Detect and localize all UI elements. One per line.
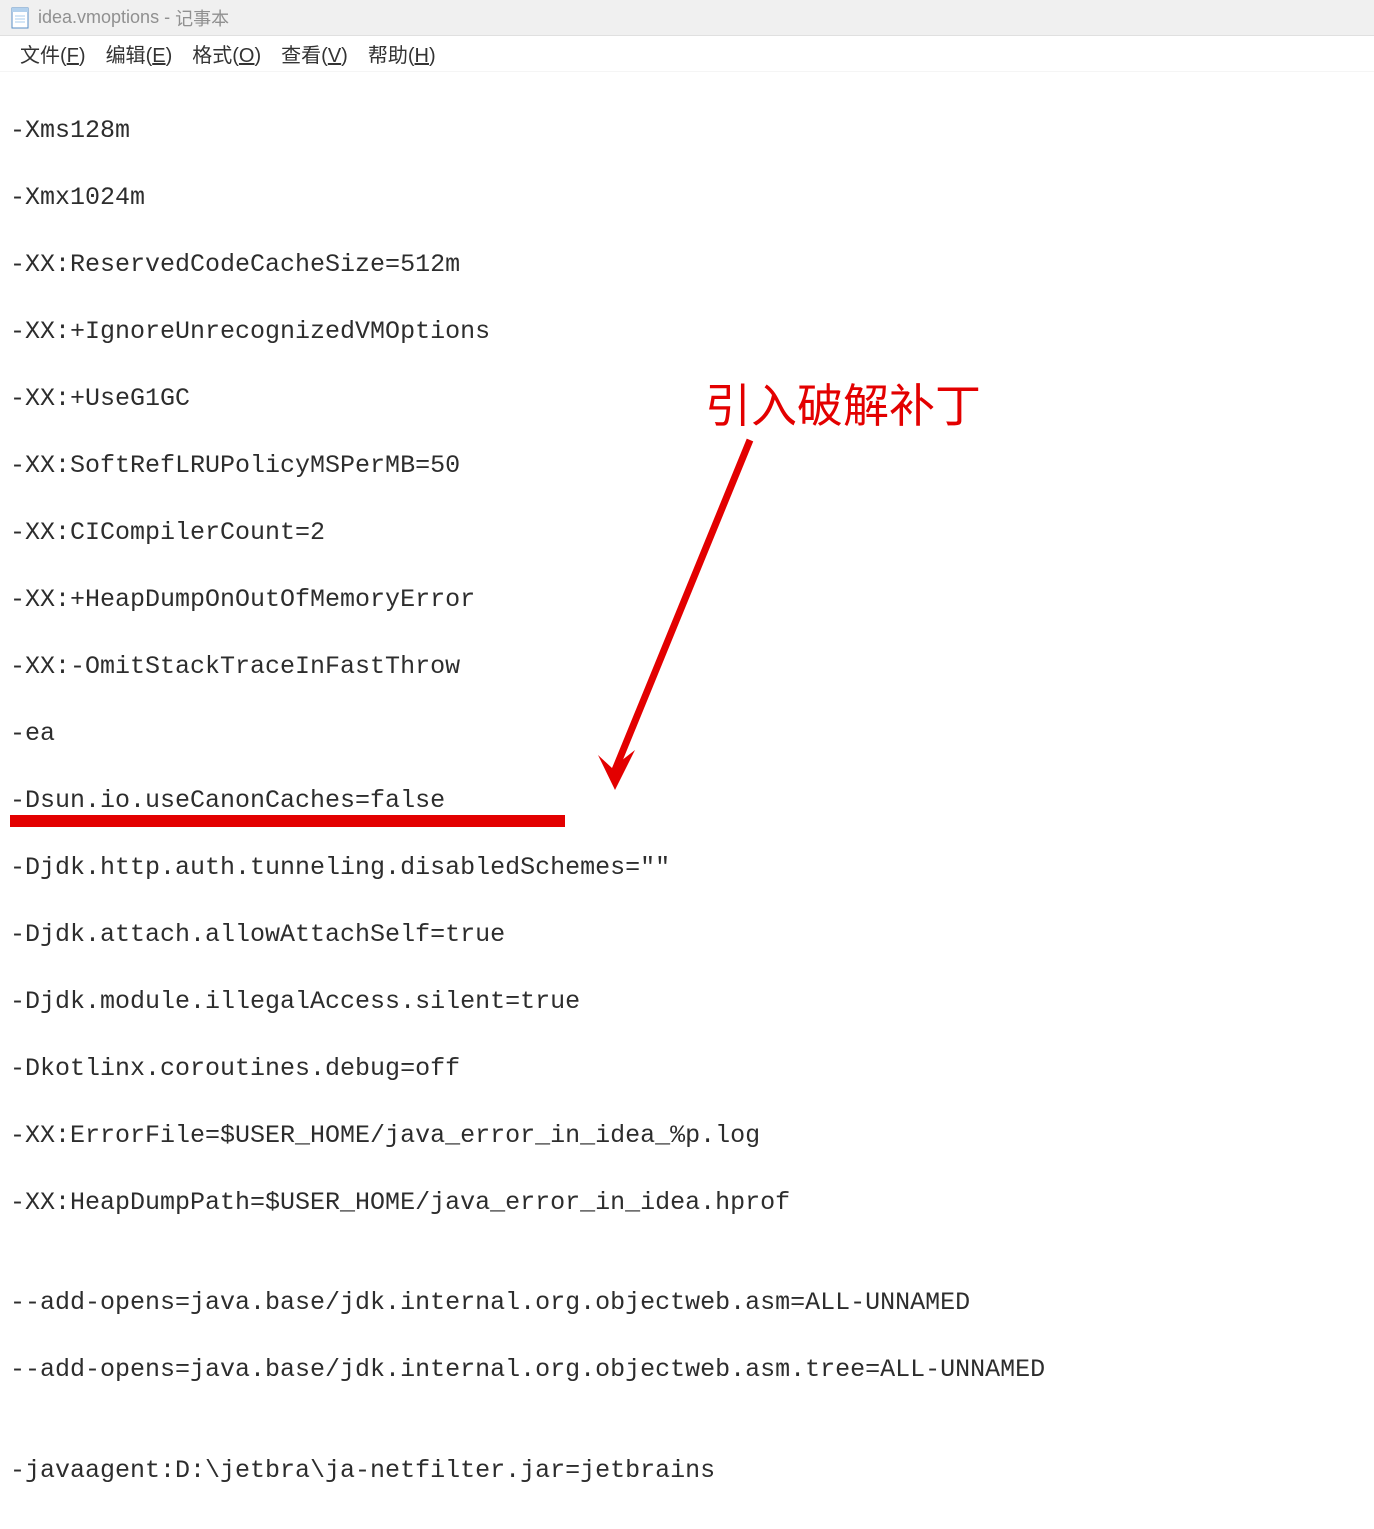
text-line: -XX:CICompilerCount=2	[10, 516, 1364, 550]
menubar: 文件(F) 编辑(E) 格式(O) 查看(V) 帮助(H)	[0, 36, 1374, 72]
text-line: -javaagent:D:\jetbra\ja-netfilter.jar=je…	[10, 1454, 1364, 1488]
window-title-filename: idea.vmoptions	[38, 7, 159, 28]
text-line: -Dkotlinx.coroutines.debug=off	[10, 1052, 1364, 1086]
text-line: -XX:ErrorFile=$USER_HOME/java_error_in_i…	[10, 1119, 1364, 1153]
text-line: -Xmx1024m	[10, 181, 1364, 215]
text-line: -Djdk.http.auth.tunneling.disabledScheme…	[10, 851, 1364, 885]
text-line: -XX:-OmitStackTraceInFastThrow	[10, 650, 1364, 684]
window-title-separator: -	[159, 7, 175, 28]
text-line: -XX:+HeapDumpOnOutOfMemoryError	[10, 583, 1364, 617]
menu-help[interactable]: 帮助(H)	[358, 35, 446, 72]
text-line: -ea	[10, 717, 1364, 751]
menu-view[interactable]: 查看(V)	[271, 35, 358, 72]
window-title-appname: 记事本	[175, 5, 229, 31]
text-line: -Dsun.io.useCanonCaches=false	[10, 784, 1364, 818]
text-line: -Djdk.module.illegalAccess.silent=true	[10, 985, 1364, 1019]
text-line: -Djdk.attach.allowAttachSelf=true	[10, 918, 1364, 952]
text-line: -XX:+UseG1GC	[10, 382, 1364, 416]
notepad-icon	[10, 6, 30, 30]
text-line: -XX:HeapDumpPath=$USER_HOME/java_error_i…	[10, 1186, 1364, 1220]
menu-file[interactable]: 文件(F)	[10, 35, 96, 72]
menu-edit[interactable]: 编辑(E)	[96, 35, 183, 72]
text-line: -XX:+IgnoreUnrecognizedVMOptions	[10, 315, 1364, 349]
text-line: -XX:ReservedCodeCacheSize=512m	[10, 248, 1364, 282]
menu-format[interactable]: 格式(O)	[182, 35, 271, 72]
text-line: --add-opens=java.base/jdk.internal.org.o…	[10, 1286, 1364, 1320]
text-editor-content[interactable]: -Xms128m -Xmx1024m -XX:ReservedCodeCache…	[0, 72, 1374, 1529]
text-line: -XX:SoftRefLRUPolicyMSPerMB=50	[10, 449, 1364, 483]
titlebar: idea.vmoptions - 记事本	[0, 0, 1374, 36]
text-line: -Xms128m	[10, 114, 1364, 148]
text-line: --add-opens=java.base/jdk.internal.org.o…	[10, 1353, 1364, 1387]
